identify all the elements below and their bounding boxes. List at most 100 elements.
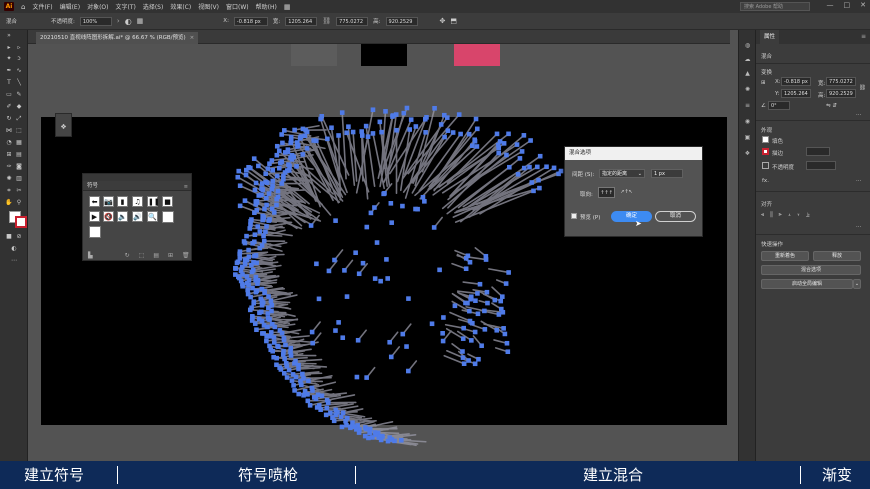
menu-edit[interactable]: 编辑(E) <box>60 2 80 11</box>
symbol-mute-icon[interactable]: 🔇 <box>103 211 114 222</box>
color-mode-icon[interactable]: ■ <box>5 233 13 240</box>
symbol-music-icon[interactable]: ♫ <box>132 196 143 207</box>
preview-checkbox[interactable] <box>571 213 577 219</box>
graphic-styles-icon[interactable]: ▣ <box>743 134 752 142</box>
slice-tool-icon[interactable]: ✂ <box>15 187 23 194</box>
tab-properties[interactable]: 属性 <box>760 30 780 44</box>
place-symbol-icon[interactable]: ⬚ <box>139 252 145 259</box>
direct-selection-tool-icon[interactable]: ▹ <box>15 44 23 51</box>
menu-window[interactable]: 窗口(W) <box>226 2 249 11</box>
free-transform-icon[interactable]: ⬚ <box>15 127 23 134</box>
symbol-search-icon[interactable]: 🔍 <box>147 211 158 222</box>
chevron-down-icon[interactable]: › <box>117 17 120 25</box>
draw-mode-icon[interactable]: ◐ <box>10 245 18 252</box>
width-tool-icon[interactable]: ⋈ <box>5 127 13 134</box>
link-icon[interactable]: ⛓ <box>859 85 866 91</box>
isolate-icon[interactable]: ⬒ <box>450 17 457 25</box>
layers-panel-icon[interactable]: ❖ <box>743 150 752 158</box>
close-icon[interactable]: ✕ <box>860 1 866 9</box>
symbol-back-icon[interactable]: ⬅ <box>89 196 100 207</box>
workspace-icon[interactable]: ▦ <box>284 3 291 11</box>
flip-icon[interactable]: ⇋ ⇵ <box>826 103 837 109</box>
perspective-icon[interactable]: ▦ <box>15 139 23 146</box>
swatch-gray[interactable] <box>291 44 337 66</box>
blend-tool-icon[interactable]: ◙ <box>15 163 23 170</box>
brush-tool-icon[interactable]: ✎ <box>15 91 23 98</box>
recolor-icon[interactable]: ◐ <box>125 17 132 26</box>
rotate-tool-icon[interactable]: ↻ <box>5 115 13 122</box>
angle-input[interactable]: 0° <box>768 101 790 110</box>
symbol-options-icon[interactable]: ▤ <box>153 252 159 259</box>
lasso-icon[interactable]: ↄ <box>15 55 23 62</box>
distance-input[interactable]: 1 px <box>651 169 683 178</box>
release-button[interactable]: 释放 <box>813 251 861 261</box>
swatch-black[interactable] <box>361 44 407 66</box>
y-input[interactable]: 1205.264 <box>781 89 811 98</box>
h-input[interactable]: 920.2529 <box>826 89 856 98</box>
symbol-sprayer-icon[interactable]: ✺ <box>5 175 13 182</box>
global-edit-button[interactable]: 启动全局编辑 <box>761 279 853 289</box>
swatches-icon[interactable]: ▲ <box>743 70 752 78</box>
opacity-input[interactable] <box>806 161 836 170</box>
symbol-stop-icon[interactable]: ■ <box>162 196 173 207</box>
link-icon[interactable]: ⛓ <box>322 17 331 25</box>
eyedropper-icon[interactable]: ✑ <box>5 163 13 170</box>
menu-select[interactable]: 选择(S) <box>143 2 164 11</box>
w-input[interactable]: 1205.264 <box>285 16 318 26</box>
face-blend-artwork[interactable] <box>41 90 727 447</box>
swatch-pink[interactable] <box>454 44 500 66</box>
stroke-icon[interactable]: ≡ <box>743 102 752 110</box>
x-input[interactable]: -0.818 px <box>233 16 268 26</box>
graph-tool-icon[interactable]: ▥ <box>15 175 23 182</box>
ref-point-icon[interactable]: ⊞ <box>761 80 766 86</box>
scale-tool-icon[interactable]: ⤢ <box>15 115 23 122</box>
align-icon[interactable]: ▦ <box>137 17 144 25</box>
stroke-swatch[interactable] <box>762 148 769 155</box>
symbol-white-square-selected[interactable] <box>89 226 101 238</box>
x-input[interactable]: -0.818 px <box>781 77 811 86</box>
hand-tool-icon[interactable]: ✋ <box>5 199 13 206</box>
appearance-icon[interactable]: ◉ <box>743 118 752 126</box>
artboard-tool-icon[interactable]: ⌗ <box>5 187 13 194</box>
transform-icon[interactable]: ✥ <box>440 17 446 25</box>
blend-options-button[interactable]: 混合选项 <box>761 265 861 275</box>
type-tool-icon[interactable]: T <box>5 79 13 86</box>
symbol-white-square[interactable] <box>162 211 174 223</box>
magic-wand-icon[interactable]: ✦ <box>5 55 13 62</box>
fill-swatch[interactable] <box>762 136 769 143</box>
rectangle-tool-icon[interactable]: ▭ <box>5 91 13 98</box>
symbol-play-icon[interactable]: ▶ <box>89 211 100 222</box>
fx-icon[interactable]: fx. <box>762 178 769 184</box>
opacity-input[interactable]: 100% <box>79 16 112 26</box>
align-to-page-icon[interactable]: ↑↑↑ <box>598 187 615 198</box>
more-tools-icon[interactable]: ⋯ <box>10 257 18 264</box>
gradient-tool-icon[interactable]: ▤ <box>15 151 23 158</box>
symbol-volume-low-icon[interactable]: 🔈 <box>117 211 128 222</box>
new-symbol-icon[interactable]: ⊞ <box>168 252 173 259</box>
recolor-button[interactable]: 重新着色 <box>761 251 809 261</box>
chevron-down-icon[interactable]: ⌄ <box>853 279 861 289</box>
symbol-document-icon[interactable]: ▮ <box>117 196 128 207</box>
collapsed-panel-dock[interactable]: ❖ <box>55 113 72 137</box>
panel-drag-bar[interactable] <box>83 174 191 181</box>
menu-file[interactable]: 文件(F) <box>32 2 52 11</box>
ok-button[interactable]: 确定 <box>611 211 652 222</box>
help-search-input[interactable]: 搜索 Adobe 帮助 <box>740 2 810 11</box>
home-icon[interactable]: ⌂ <box>21 3 25 11</box>
zoom-tool-icon[interactable]: ⚲ <box>15 199 23 206</box>
w-input[interactable]: 775.0272 <box>826 77 856 86</box>
mesh-tool-icon[interactable]: ⊞ <box>5 151 13 158</box>
close-tab-icon[interactable]: × <box>190 35 195 41</box>
color-panel-icon[interactable]: ◍ <box>743 42 752 50</box>
brushes-icon[interactable]: ✺ <box>743 86 752 94</box>
delete-icon[interactable]: 🗑 <box>182 252 190 259</box>
image-trace-icon[interactable]: ☁ <box>743 56 752 64</box>
maximize-icon[interactable]: □ <box>844 1 851 9</box>
menu-object[interactable]: 对象(O) <box>87 2 108 11</box>
minimize-icon[interactable]: — <box>827 1 834 9</box>
symbol-camera-icon[interactable]: 📷 <box>103 196 114 207</box>
document-tab[interactable]: 20210510 直视线阵图形拆解.ai* @ 66.67 % (RGB/预览)… <box>36 32 199 44</box>
stroke-color-swatch[interactable] <box>15 216 27 228</box>
shape-builder-icon[interactable]: ◔ <box>5 139 13 146</box>
menu-type[interactable]: 文字(T) <box>115 2 135 11</box>
